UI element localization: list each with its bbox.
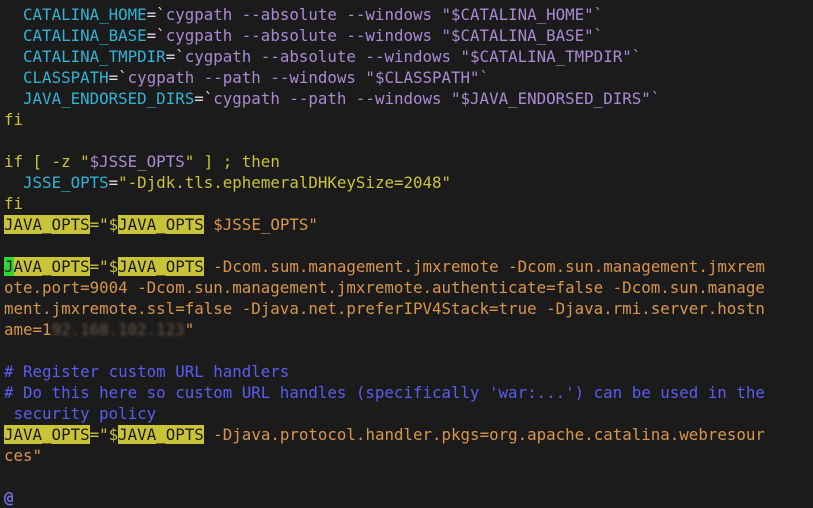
code-token: CLASSPATH [23, 68, 109, 87]
code-token: JAVA_ENDORSED_DIRS [23, 89, 195, 108]
code-line: CATALINA_TMPDIR=`cygpath --absolute --wi… [4, 46, 641, 67]
code-token: ame=1 [4, 320, 52, 339]
code-line: CATALINA_BASE=`cygpath --absolute --wind… [4, 25, 603, 46]
code-token: $JSSE_OPTS" [203, 215, 318, 234]
code-token: ote.port=9004 -Dcom.sun.management.jmxre… [4, 278, 765, 297]
code-token: cygpath --path --windows "$CLASSPATH"` [127, 68, 490, 87]
code-token: " [184, 320, 195, 339]
code-token: cygpath --absolute --windows "$CATALINA_… [165, 5, 604, 24]
code-token: ment.jmxremote.ssl=false -Djava.net.pref… [4, 299, 765, 318]
code-token: = [108, 173, 119, 192]
code-token: ces" [4, 446, 43, 465]
code-token: cygpath --path --windows "$JAVA_ENDORSED… [213, 89, 661, 108]
search-highlight: JAVA_OPTS [4, 215, 90, 234]
search-highlight: JAVA_OPTS [118, 215, 204, 234]
search-highlight: JAVA_OPTS [118, 425, 204, 444]
redacted-text: 92.168.102.123 [51, 320, 185, 339]
code-token: -Dcom.sum.management.jmxremote -Dcom.sun… [203, 257, 765, 276]
code-token: ="$ [89, 425, 119, 444]
code-token: cygpath --absolute --windows "$CATALINA_… [165, 26, 604, 45]
code-token: ="$ [89, 215, 119, 234]
search-highlight: JAVA_OPTS [118, 257, 204, 276]
code-token: =` [165, 47, 185, 66]
code-line: JAVA_OPTS="$JAVA_OPTS -Djava.protocol.ha… [4, 424, 765, 445]
code-token: " ] ; then [184, 152, 280, 171]
line-marker: @ [4, 488, 14, 507]
code-token: if [ -z " [4, 152, 90, 171]
code-token: CATALINA_BASE [23, 26, 147, 45]
code-token: cygpath --absolute --windows "$CATALINA_… [184, 47, 642, 66]
code-line: ame=192.168.102.123" [4, 319, 194, 340]
code-line: JAVA_ENDORSED_DIRS=`cygpath --path --win… [4, 88, 660, 109]
code-line: @ [4, 487, 14, 508]
code-line: JSSE_OPTS="-Djdk.tls.ephemeralDHKeySize=… [4, 172, 451, 193]
code-token: fi [4, 194, 24, 213]
code-line: fi [4, 193, 23, 214]
code-line: CLASSPATH=`cygpath --path --windows "$CL… [4, 67, 489, 88]
code-comment: # Do this here so custom URL handles (sp… [4, 383, 765, 402]
code-line: CATALINA_HOME=`cygpath --absolute --wind… [4, 4, 603, 25]
code-line: JAVA_OPTS="$JAVA_OPTS $JSSE_OPTS" [4, 214, 318, 235]
search-highlight: AVA_OPTS [13, 257, 90, 276]
code-token: $JSSE_OPTS [89, 152, 185, 171]
code-line: if [ -z "$JSSE_OPTS" ] ; then [4, 151, 280, 172]
code-line: JAVA_OPTS="$JAVA_OPTS -Dcom.sum.manageme… [4, 256, 765, 277]
code-token: =` [146, 26, 166, 45]
code-line: ote.port=9004 -Dcom.sun.management.jmxre… [4, 277, 765, 298]
code-token: "-Djdk.tls.ephemeralDHKeySize=2048" [118, 173, 452, 192]
terminal-editor[interactable]: CATALINA_HOME=`cygpath --absolute --wind… [0, 0, 813, 508]
text-cursor: J [4, 257, 14, 276]
code-token: ="$ [89, 257, 119, 276]
code-line: fi [4, 109, 23, 130]
code-token: JSSE_OPTS [23, 173, 109, 192]
code-token: fi [4, 110, 24, 129]
code-line: # Register custom URL handlers [4, 361, 289, 382]
code-token: =` [146, 5, 166, 24]
code-token: -Djava.protocol.handler.pkgs=org.apache.… [203, 425, 765, 444]
code-comment: security policy [4, 404, 157, 423]
code-token: CATALINA_HOME [23, 5, 147, 24]
code-token: =` [108, 68, 128, 87]
code-token: CATALINA_TMPDIR [23, 47, 166, 66]
code-line: security policy [4, 403, 157, 424]
code-line: ment.jmxremote.ssl=false -Djava.net.pref… [4, 298, 765, 319]
code-line: # Do this here so custom URL handles (sp… [4, 382, 765, 403]
code-comment: # Register custom URL handlers [4, 362, 290, 381]
search-highlight: JAVA_OPTS [4, 425, 90, 444]
code-line: ces" [4, 445, 42, 466]
code-token: =` [194, 89, 214, 108]
